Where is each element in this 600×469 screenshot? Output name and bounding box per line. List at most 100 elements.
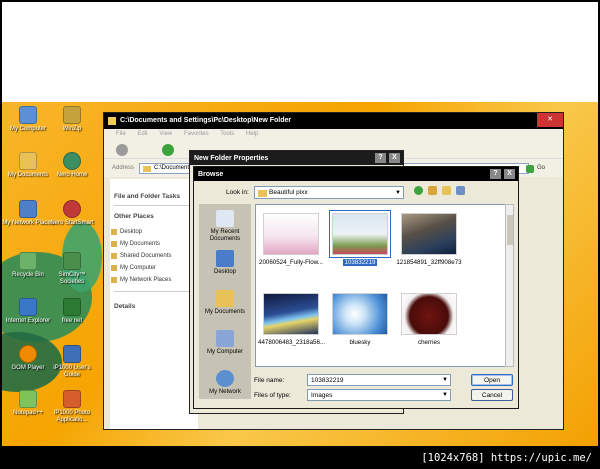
file-item[interactable]: bluesky [327,293,393,346]
image-thumbnail [332,293,388,335]
notepad-icon [19,390,37,408]
place-link-my-computer[interactable]: My Computer [110,265,156,271]
file-type-select[interactable]: Images ▼ [307,389,451,401]
file-item[interactable]: cherries [396,293,462,346]
menu-help[interactable]: Help [246,131,258,137]
back-icon[interactable] [116,144,128,156]
computer-icon [19,106,37,124]
internet-explorer-icon [19,298,37,316]
place-recent-documents[interactable]: My Recent Documents [199,210,251,243]
properties-title-bar[interactable]: New Folder Properties ? X [190,151,403,165]
explorer-close-button[interactable]: ✕ [537,113,563,127]
folder-icon [258,190,267,197]
scrollbar-thumb[interactable] [507,215,513,245]
file-list: 20060524_Fully-Flow... 103832219 1218548… [255,204,506,367]
desktop-icon-ip1000-guide[interactable]: iP1000 User's Guide [46,345,98,379]
browse-dialog[interactable]: Browse ? X Look in: Beautiful pixx ▼ My … [193,166,519,409]
explorer-title-bar[interactable]: C:\Documents and Settings\Pc\Desktop\New… [104,113,563,129]
go-arrow-icon[interactable] [526,165,534,173]
place-desktop[interactable]: Desktop [199,250,251,276]
screenshot-frame: My Computer My Documents My Network Plac… [0,0,600,469]
winzip-icon [63,106,81,124]
task-pane: File and Folder Tasks Other Places Deskt… [110,179,198,429]
desktop-icon-simcity[interactable]: SimCity™ Societies [46,252,98,286]
place-link-network[interactable]: My Network Places [110,277,171,283]
folder-icon [108,117,116,125]
folder-icon [143,166,151,172]
nero-startsmart-icon [63,200,81,218]
desktop-icon-winzip[interactable]: WinZip [46,106,98,133]
up-folder-icon[interactable] [427,186,437,195]
details-heading[interactable]: Details [114,303,135,310]
file-item[interactable]: 121854891_32ff908e73 [396,213,462,266]
forward-icon[interactable] [162,144,174,156]
image-thumbnail [263,293,319,335]
desktop-icon [216,250,234,267]
file-type-label: Files of type: [254,392,291,399]
file-item[interactable]: 103832219 [327,210,393,266]
menu-favorites[interactable]: Favorites [184,131,209,137]
place-my-network[interactable]: My Network [199,370,251,396]
network-icon [19,200,37,218]
other-places-heading[interactable]: Other Places [114,213,154,220]
place-link-desktop[interactable]: Desktop [110,229,142,235]
properties-close-button[interactable]: X [389,153,400,163]
open-button[interactable]: Open [471,374,513,386]
image-thumbnail [263,213,319,255]
menu-view[interactable]: View [159,131,172,137]
tasks-heading[interactable]: File and Folder Tasks [114,193,180,200]
menu-file[interactable]: File [116,131,126,137]
places-bar: My Recent Documents Desktop My Documents… [199,204,251,399]
desktop-icon-ip1000-photo[interactable]: iP1000 Photo Applicatio... [46,390,98,424]
desktop-icon-free-net[interactable]: free net [46,298,98,325]
recycle-bin-icon [19,252,37,270]
file-name-label: File name: [254,377,285,384]
menu-bar: File Edit View Favorites Tools Help [104,129,563,157]
computer-icon [216,330,234,347]
simcity-icon [63,252,81,270]
dialog-nav-toolbar [414,186,474,199]
recent-documents-icon [216,210,234,227]
watermark-text: [1024x768] https://upic.me/ [421,452,592,464]
file-name-input[interactable]: 103832219 ▼ [307,374,451,386]
network-icon [216,370,234,387]
cancel-button[interactable]: Cancel [471,389,513,401]
folder-icon [216,290,234,307]
free-net-icon [63,298,81,316]
new-folder-icon[interactable] [441,186,451,195]
back-icon[interactable] [414,186,423,195]
place-link-my-documents[interactable]: My Documents [110,241,160,247]
view-menu-icon[interactable] [455,186,465,195]
image-thumbnail [401,293,457,335]
gom-player-icon [19,345,37,363]
browse-close-button[interactable]: X [504,169,515,179]
look-in-dropdown[interactable]: Beautiful pixx ▼ [254,186,404,199]
chevron-down-icon: ▼ [395,190,401,196]
look-in-label: Look in: [226,189,249,196]
place-my-computer[interactable]: My Computer [199,330,251,356]
address-label: Address [112,165,135,171]
photo-app-icon [63,390,81,408]
folder-icon [19,152,37,170]
bottom-bar: [1024x768] https://upic.me/ [2,446,598,467]
file-item[interactable]: 20060524_Fully-Flow... [258,213,324,266]
menu-tools[interactable]: Tools [220,131,234,137]
file-list-scrollbar[interactable] [505,204,514,367]
chevron-down-icon[interactable]: ▼ [442,377,448,383]
browse-help-button[interactable]: ? [490,169,502,179]
place-my-documents[interactable]: My Documents [199,290,251,316]
nero-home-icon [63,152,81,170]
go-button[interactable]: Go [537,165,545,171]
menu-edit[interactable]: Edit [137,131,147,137]
chevron-down-icon[interactable]: ▼ [442,392,448,398]
help-book-icon [63,345,81,363]
image-thumbnail [401,213,457,255]
image-thumbnail [329,210,391,258]
blank-area [2,2,598,102]
file-item[interactable]: 4478006483_2318a56... [258,293,325,346]
properties-help-button[interactable]: ? [375,153,387,163]
place-link-shared-documents[interactable]: Shared Documents [110,253,171,259]
desktop-icon-nero-startsmart[interactable]: Nero StartSmart [46,200,98,227]
desktop-icon-nero-home[interactable]: Nero Home [46,152,98,179]
browse-title-bar[interactable]: Browse ? X [194,167,518,181]
